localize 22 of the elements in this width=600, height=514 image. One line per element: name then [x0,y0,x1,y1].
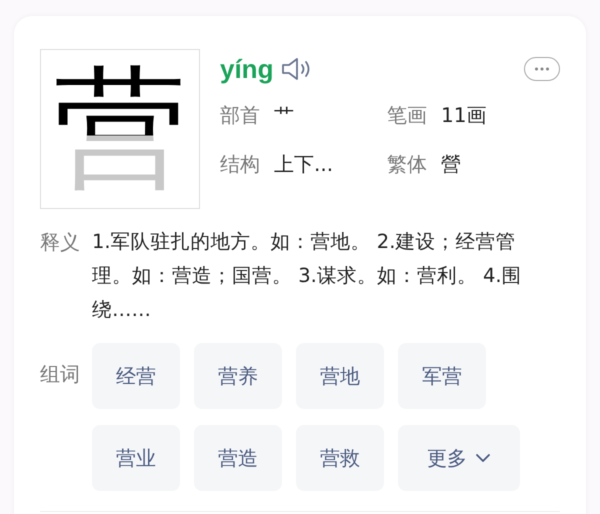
word-chip[interactable]: 军营 [398,343,486,409]
more-words-button[interactable]: 更多 [398,425,520,491]
info-value: 11画 [441,102,486,129]
definition-label: 释义 [40,229,80,256]
info-label: 繁体 [387,151,427,178]
info-value: 上下... [274,151,334,178]
pinyin: yíng [220,54,274,84]
word-chip[interactable]: 营地 [296,343,384,409]
more-options-icon[interactable] [524,57,560,81]
info-label: 笔画 [387,102,427,129]
words-label: 组词 [40,361,80,388]
word-chip[interactable]: 营养 [194,343,282,409]
word-chip[interactable]: 营造 [194,425,282,491]
info-label: 结构 [220,151,260,178]
chevron-down-icon [475,453,491,463]
word-chip[interactable]: 经营 [92,343,180,409]
word-chip[interactable]: 营救 [296,425,384,491]
info-label: 部首 [220,102,260,129]
info-value: 營 [441,151,461,178]
definition-text: 1.军队驻扎的地方。如：营地。 2.建设；经营管理。如：营造；国营。 3.谋求。如：营利。 4.围绕…… [92,229,523,323]
info-value: 艹 [274,102,294,129]
word-chip[interactable]: 营业 [92,425,180,491]
